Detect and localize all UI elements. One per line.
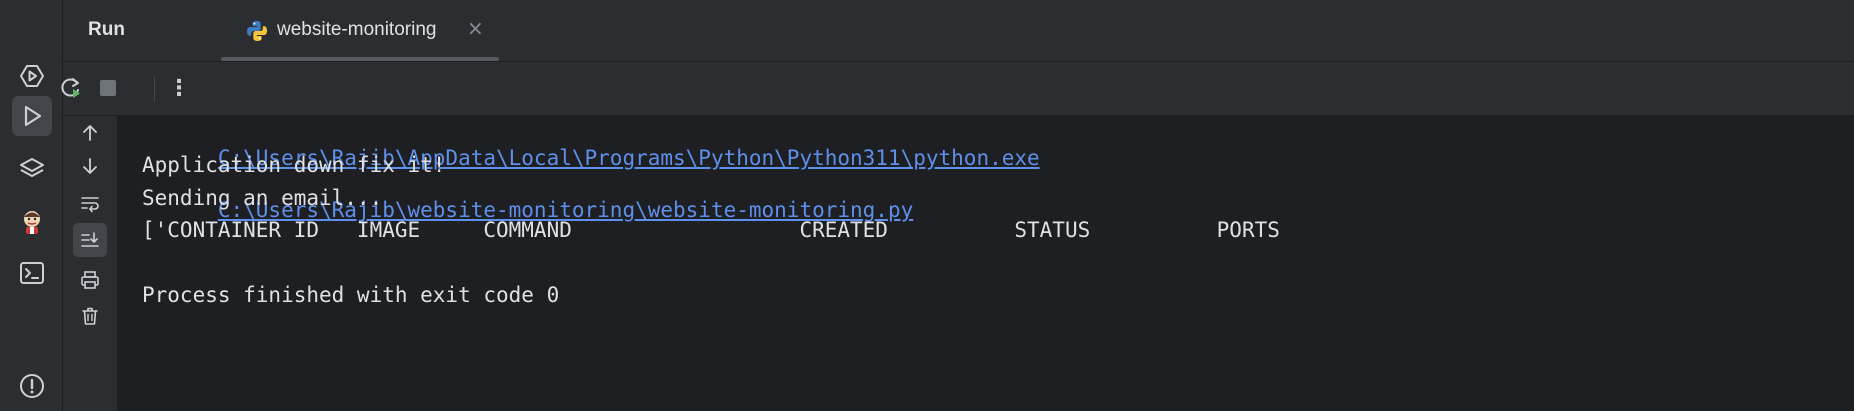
services-button[interactable] (12, 56, 52, 96)
problems-button[interactable] (12, 366, 52, 406)
scroll-to-end-button[interactable] (73, 223, 107, 257)
arrow-down-icon (83, 158, 97, 174)
rerun-icon (61, 78, 80, 98)
console-line: Sending an email... (142, 186, 383, 210)
more-options-button[interactable]: ⋮ (166, 75, 192, 101)
run-tool-window: Run website-monitoring × ⋮ C:\Users\Raji… (0, 0, 1854, 411)
tab-close-icon[interactable]: × (467, 16, 484, 40)
panel-title: Run (88, 19, 125, 40)
jenkins-button[interactable] (12, 202, 52, 242)
print-button[interactable] (73, 263, 107, 297)
scroll-up-button[interactable] (73, 116, 107, 150)
left-tool-strip (0, 0, 63, 411)
python-icon (247, 21, 267, 41)
tab-website-monitoring[interactable]: website-monitoring × (157, 0, 499, 61)
stop-button[interactable] (95, 75, 121, 101)
problems-icon (20, 374, 44, 398)
run-toolbar: ⋮ (61, 62, 1854, 116)
console-output[interactable]: C:\Users\Rajib\AppData\Local\Programs\Py… (118, 116, 1854, 411)
toolbar-divider (154, 76, 155, 102)
stop-icon (100, 80, 116, 96)
terminal-button[interactable] (12, 253, 52, 293)
soft-wrap-button[interactable] (73, 186, 107, 220)
rerun-button[interactable] (58, 75, 84, 101)
console-line: Application down fix it! (142, 153, 446, 177)
process-finished-line: Process finished with exit code 0 (142, 283, 560, 307)
scroll-to-end-icon (81, 232, 99, 247)
printer-icon (81, 271, 99, 289)
scroll-down-button[interactable] (73, 149, 107, 183)
run-header: Run website-monitoring × (63, 0, 1854, 62)
tab-label: website-monitoring (277, 19, 437, 40)
layers-button[interactable] (12, 149, 52, 189)
trash-icon (82, 307, 98, 325)
console-side-actions (63, 116, 118, 411)
terminal-icon (20, 262, 44, 284)
jenkins-icon (24, 211, 40, 234)
soft-wrap-icon (81, 197, 99, 213)
active-tab-indicator (221, 57, 499, 61)
layers-icon (20, 158, 44, 177)
services-icon (20, 65, 44, 87)
console-line: ['CONTAINER ID IMAGE COMMAND CREATED STA… (142, 218, 1280, 242)
arrow-up-icon (83, 125, 97, 141)
clear-all-button[interactable] (73, 299, 107, 333)
run-tool-button[interactable] (12, 96, 52, 136)
run-icon (24, 105, 42, 127)
